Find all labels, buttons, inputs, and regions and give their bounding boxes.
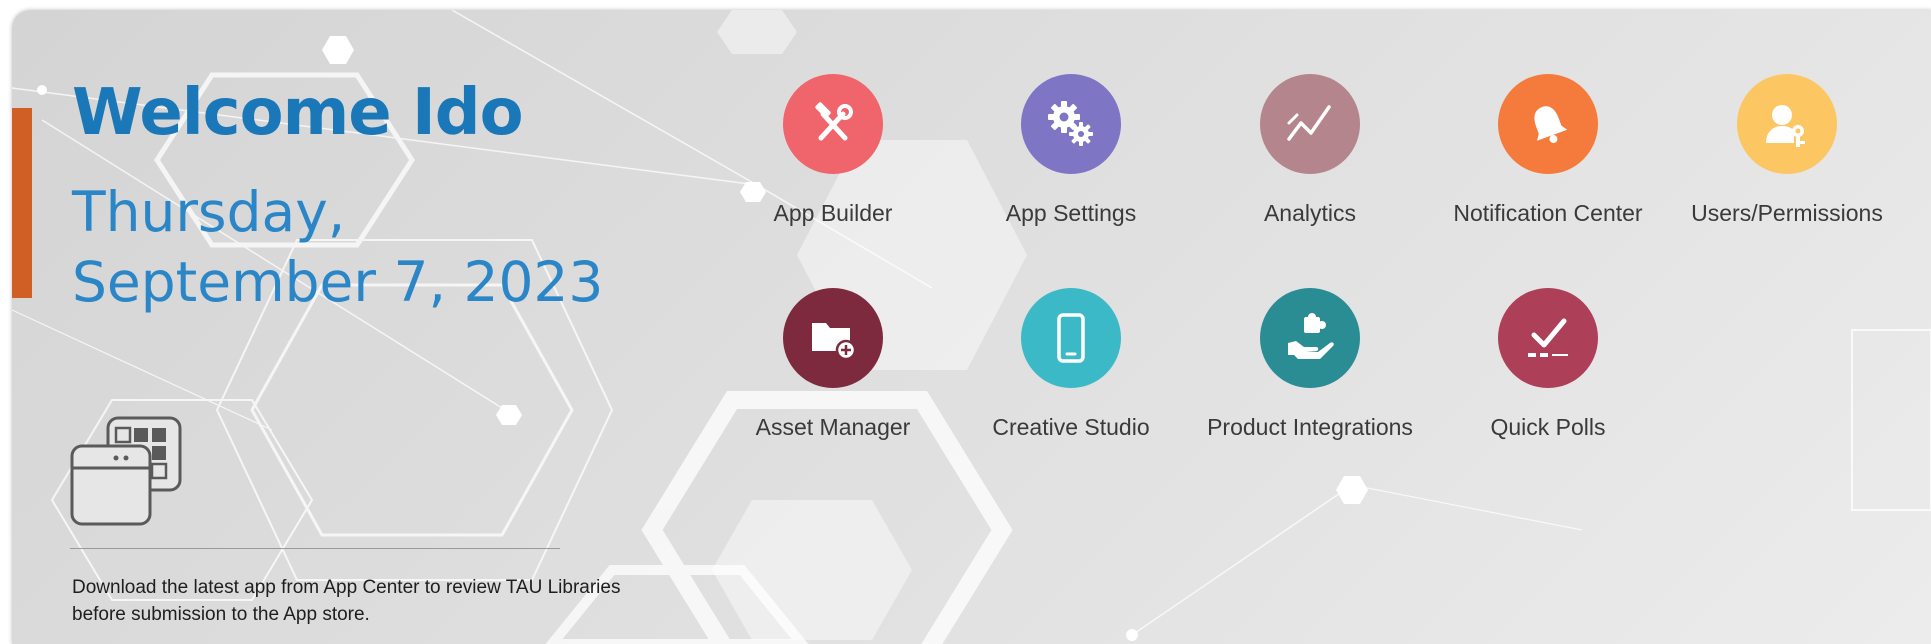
- tile-icon-circle: [1260, 288, 1360, 388]
- tile-label: App Settings: [1005, 200, 1137, 226]
- tile-label: Quick Polls: [1490, 414, 1606, 440]
- accent-bar: [12, 108, 32, 298]
- tile-label: Analytics: [1263, 200, 1357, 226]
- tools-icon: [815, 102, 853, 141]
- tile-product-integrations[interactable]: Product Integrations: [1190, 288, 1430, 488]
- puzzle-hand-icon: [1288, 313, 1334, 359]
- tile-label: Creative Studio: [992, 414, 1150, 440]
- tile-label: Product Integrations: [1207, 414, 1413, 440]
- date-weekday: Thursday,: [72, 180, 346, 244]
- app-center-icon[interactable]: [70, 416, 182, 528]
- tile-label: Users/Permissions: [1691, 200, 1883, 226]
- folder-add-icon: [812, 323, 857, 361]
- bell-icon: [1534, 106, 1568, 144]
- tile-app-builder[interactable]: App Builder: [713, 74, 953, 274]
- user-key-icon: [1766, 105, 1805, 147]
- tile-icon-circle: [1021, 288, 1121, 388]
- tile-users-permissions[interactable]: Users/Permissions: [1667, 74, 1907, 274]
- tile-icon-circle: [1737, 74, 1837, 174]
- download-notice: Download the latest app from App Center …: [72, 577, 621, 625]
- tile-analytics[interactable]: Analytics: [1190, 74, 1430, 274]
- tile-icon-circle: [1498, 74, 1598, 174]
- analytics-icon: [1287, 105, 1331, 141]
- welcome-title: Welcome Ido: [72, 76, 524, 150]
- tile-label: App Builder: [773, 200, 893, 226]
- tile-icon-circle: [1021, 74, 1121, 174]
- gears-icon: [1048, 101, 1093, 146]
- tile-quick-polls[interactable]: Quick Polls: [1428, 288, 1668, 488]
- tile-icon-circle: [783, 74, 883, 174]
- tile-notification-center[interactable]: Notification Center: [1428, 74, 1668, 274]
- tile-icon-circle: [1498, 288, 1598, 388]
- mobile-icon: [1057, 313, 1085, 363]
- divider: [70, 548, 560, 549]
- tile-icon-circle: [1260, 74, 1360, 174]
- tile-creative-studio[interactable]: Creative Studio: [951, 288, 1191, 488]
- tile-asset-manager[interactable]: Asset Manager: [713, 288, 953, 488]
- tile-app-settings[interactable]: App Settings: [951, 74, 1191, 274]
- check-poll-icon: [1528, 318, 1568, 357]
- dashboard-panel: Welcome Ido Thursday, September 7, 2023 …: [12, 10, 1931, 644]
- tile-icon-circle: [783, 288, 883, 388]
- tile-label: Notification Center: [1453, 200, 1643, 226]
- tile-label: Asset Manager: [755, 414, 911, 440]
- date-full: September 7, 2023: [72, 250, 604, 314]
